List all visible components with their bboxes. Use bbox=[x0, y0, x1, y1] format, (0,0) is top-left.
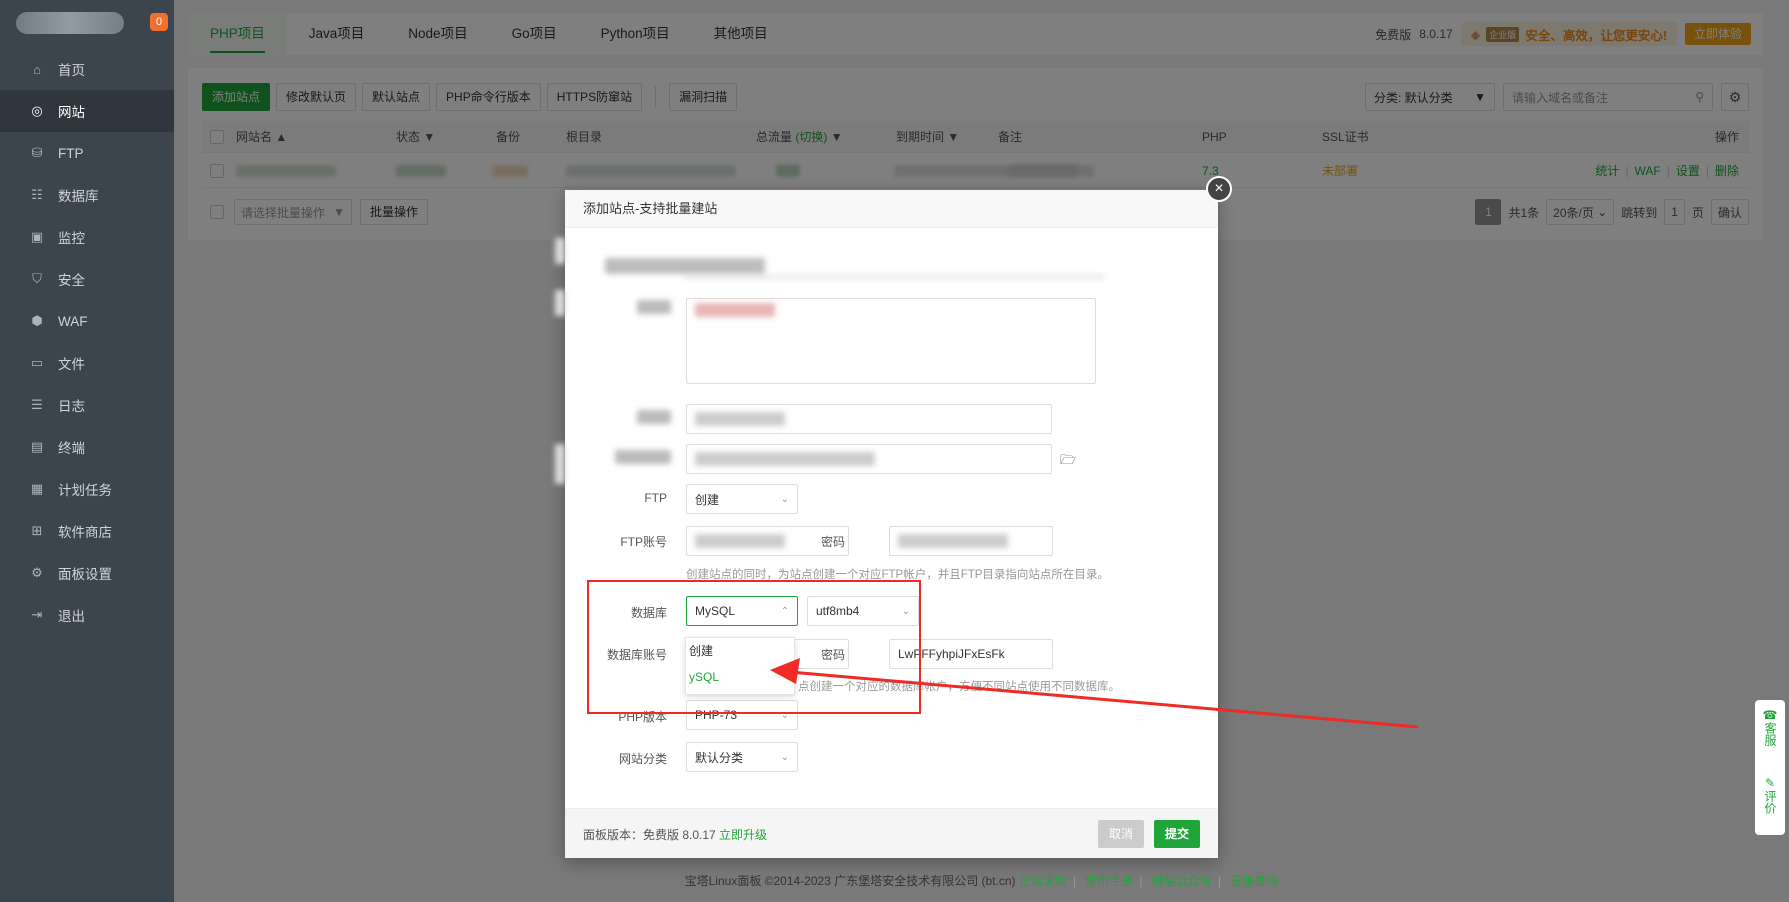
folder-icon: ▭ bbox=[30, 355, 44, 370]
blurred-edge bbox=[555, 290, 565, 316]
sidebar-item-11[interactable]: ⊞ 软件商店 bbox=[0, 510, 174, 552]
blurred-edge bbox=[555, 238, 565, 264]
sidebar-item-label: 首页 bbox=[58, 63, 85, 78]
site-category-label: 网站分类 bbox=[618, 752, 667, 766]
calendar-icon: ▦ bbox=[30, 481, 44, 496]
sidebar-item-10[interactable]: ▦ 计划任务 bbox=[0, 468, 174, 510]
sidebar-header: 0 bbox=[0, 0, 174, 46]
root-label-blurred bbox=[615, 450, 671, 464]
blurred-edge bbox=[555, 444, 565, 484]
log-icon: ☰ bbox=[31, 397, 43, 412]
sidebar: 0 ⌂ 首页 ◎ 网站 ⛁ FTP ☷ 数据库 ▣ 监控 ⛉ 安全 ⬢ WAF ▭ 文件 ☰ 日志 ▤ 终端 ▦ 计划任务… bbox=[0, 0, 174, 902]
ftp-select[interactable]: 创建 ⌄ bbox=[686, 484, 798, 514]
sidebar-item-0[interactable]: ⌂ 首页 bbox=[0, 48, 174, 90]
remark-value-blurred bbox=[695, 412, 785, 426]
logout-icon: ⇥ bbox=[31, 607, 43, 622]
waf-icon: ⬢ bbox=[31, 313, 43, 328]
review-label: 评价 bbox=[1763, 790, 1777, 814]
sidebar-item-13[interactable]: ⇥ 退出 bbox=[0, 594, 174, 636]
float-support-widget: ☎ 客服 ✎ 评价 bbox=[1755, 700, 1785, 835]
ftp-password-blurred bbox=[898, 534, 1008, 548]
root-value-blurred bbox=[695, 452, 875, 466]
notification-badge[interactable]: 0 bbox=[150, 13, 168, 31]
chevron-down-icon: ⌄ bbox=[780, 493, 789, 505]
remark-input[interactable] bbox=[686, 404, 1052, 434]
sidebar-item-3[interactable]: ☷ 数据库 bbox=[0, 174, 174, 216]
edit-icon: ✎ bbox=[1764, 776, 1776, 790]
database-icon: ☷ bbox=[31, 187, 43, 202]
ftp-password-input[interactable] bbox=[889, 526, 1053, 556]
server-name-blurred bbox=[16, 12, 124, 34]
sidebar-item-label: 终端 bbox=[58, 441, 85, 456]
sidebar-item-label: 安全 bbox=[58, 273, 85, 288]
forum-link[interactable]: 论坛求助 bbox=[1019, 874, 1067, 888]
cancel-button[interactable]: 取消 bbox=[1097, 820, 1144, 848]
verify-link[interactable]: 正版查询 bbox=[1230, 874, 1278, 888]
dialog-body: 🗁 FTP 创建 ⌄ FTP账号 密码 创建站点的同时，为站点创建一个对应FTP… bbox=[555, 228, 1218, 808]
customer-service-label: 客服 bbox=[1762, 722, 1777, 746]
sidebar-item-label: 文件 bbox=[58, 357, 85, 372]
sidebar-item-label: 监控 bbox=[58, 231, 85, 246]
sidebar-item-label: 网站 bbox=[58, 105, 85, 120]
sidebar-nav: ⌂ 首页 ◎ 网站 ⛁ FTP ☷ 数据库 ▣ 监控 ⛉ 安全 ⬢ WAF ▭ 文件 ☰ 日志 ▤ 终端 ▦ 计划任务 ⊞ 软… bbox=[0, 48, 174, 636]
sidebar-item-label: 日志 bbox=[58, 399, 85, 414]
shield-icon: ⛉ bbox=[32, 271, 42, 286]
panel-version: 面板版本：免费版 8.0.17 立即升级 bbox=[583, 828, 768, 842]
manual-link[interactable]: 使用手册 bbox=[1085, 874, 1133, 888]
review-button[interactable]: ✎ 评价 bbox=[1763, 776, 1777, 814]
dialog-footer: 面板版本：免费版 8.0.17 立即升级 取消 提交 bbox=[565, 808, 1218, 858]
domain-label-blurred bbox=[605, 258, 765, 274]
ftp-icon: ⛁ bbox=[31, 145, 43, 160]
sidebar-item-5[interactable]: ⛉ 安全 bbox=[0, 258, 174, 300]
sidebar-item-1[interactable]: ◎ 网站 bbox=[0, 90, 174, 132]
sidebar-item-label: 面板设置 bbox=[58, 567, 112, 582]
sidebar-item-label: FTP bbox=[58, 145, 84, 161]
sidebar-item-7[interactable]: ▭ 文件 bbox=[0, 342, 174, 384]
monitor-icon: ▣ bbox=[30, 229, 44, 244]
sidebar-item-label: 计划任务 bbox=[58, 483, 112, 498]
close-icon[interactable]: × bbox=[1206, 176, 1232, 202]
sidebar-item-label: 软件商店 bbox=[58, 525, 112, 540]
customer-service-button[interactable]: ☎ 客服 bbox=[1763, 708, 1778, 746]
dialog-title: 添加站点-支持批量建站 bbox=[565, 190, 1218, 228]
terminal-icon: ▤ bbox=[30, 439, 44, 454]
grid-icon: ⊞ bbox=[31, 523, 43, 538]
submit-button[interactable]: 提交 bbox=[1153, 820, 1200, 848]
sidebar-item-label: WAF bbox=[58, 313, 88, 329]
sidebar-item-label: 退出 bbox=[58, 609, 85, 624]
ftp-label: FTP bbox=[644, 491, 667, 505]
sidebar-item-6[interactable]: ⬢ WAF bbox=[0, 300, 174, 342]
upgrade-link[interactable]: 立即升级 bbox=[719, 828, 767, 842]
wechat-link[interactable]: 微信公众号 bbox=[1152, 874, 1212, 888]
domain-field-label-blurred bbox=[637, 300, 671, 314]
globe-icon: ◎ bbox=[31, 103, 43, 118]
domain-value-blurred bbox=[695, 303, 775, 317]
page-footer: 宝塔Linux面板 ©2014-2023 广东堡塔安全技术有限公司 (bt.cn… bbox=[684, 874, 1279, 888]
ftp-account-label: FTP账号 bbox=[620, 535, 667, 549]
site-category-select[interactable]: 默认分类 ⌄ bbox=[686, 742, 798, 772]
folder-open-icon[interactable]: 🗁 bbox=[1060, 451, 1076, 473]
annotation-highlight-box bbox=[587, 580, 921, 714]
domain-textarea[interactable] bbox=[686, 298, 1096, 384]
sidebar-item-4[interactable]: ▣ 监控 bbox=[0, 216, 174, 258]
sidebar-item-label: 数据库 bbox=[58, 189, 99, 204]
home-icon: ⌂ bbox=[33, 61, 41, 77]
sidebar-item-9[interactable]: ▤ 终端 bbox=[0, 426, 174, 468]
root-dir-input[interactable] bbox=[686, 444, 1052, 474]
tab-underline-blurred bbox=[685, 276, 1105, 278]
ftp-password-label: 密码 bbox=[820, 535, 845, 549]
headset-icon: ☎ bbox=[1762, 708, 1778, 722]
copyright-text: 宝塔Linux面板 ©2014-2023 广东堡塔安全技术有限公司 (bt.cn… bbox=[684, 874, 1016, 888]
remark-label-blurred bbox=[637, 410, 671, 424]
add-site-dialog: 添加站点-支持批量建站 × 🗁 FTP 创建 ⌄ FTP账号 密码 创建站点的同… bbox=[555, 176, 1232, 858]
site-category-value: 默认分类 bbox=[695, 750, 744, 765]
sidebar-item-8[interactable]: ☰ 日志 bbox=[0, 384, 174, 426]
sidebar-item-12[interactable]: ⚙ 面板设置 bbox=[0, 552, 174, 594]
ftp-select-value: 创建 bbox=[695, 492, 720, 507]
chevron-down-icon: ⌄ bbox=[780, 751, 789, 763]
sidebar-item-2[interactable]: ⛁ FTP bbox=[0, 132, 174, 174]
settings-icon: ⚙ bbox=[31, 565, 43, 580]
